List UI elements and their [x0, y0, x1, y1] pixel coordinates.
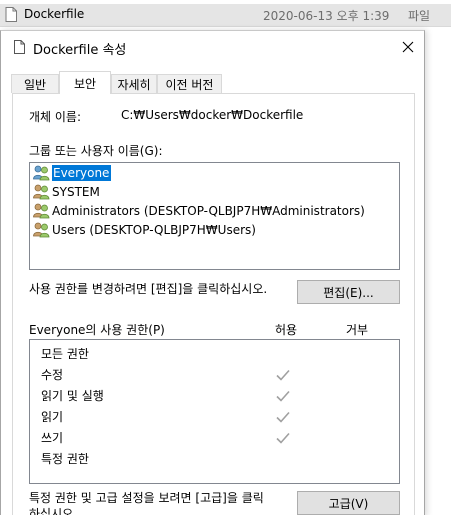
- explorer-file-date: 2020-06-13 오후 1:39: [263, 9, 390, 23]
- group-item-label: Users (DESKTOP-QLBJP7H₩Users): [52, 223, 256, 237]
- tab-details[interactable]: 자세히: [111, 74, 157, 93]
- object-name-value[interactable]: C:₩Users₩docker₩Dockerfile: [121, 108, 303, 122]
- deny-column-header: 거부: [346, 323, 369, 337]
- users-icon: [33, 184, 50, 200]
- tab-details-label: 자세히: [117, 77, 151, 92]
- group-item-label: SYSTEM: [52, 185, 100, 199]
- explorer-file-row[interactable]: Dockerfile 2020-06-13 오후 1:39 파일: [0, 4, 451, 27]
- group-item-users[interactable]: Users (DESKTOP-QLBJP7H₩Users): [32, 221, 256, 239]
- group-item-label: Everyone: [52, 165, 112, 181]
- group-item-everyone[interactable]: Everyone: [32, 164, 112, 182]
- permissions-label: Everyone의 사용 권한(P): [29, 323, 165, 337]
- close-icon: [402, 41, 414, 53]
- tab-general[interactable]: 일반: [11, 74, 59, 93]
- close-button[interactable]: [395, 35, 421, 59]
- explorer-file-name: Dockerfile: [24, 7, 85, 21]
- screenshot-root: Dockerfile 2020-06-13 오후 1:39 파일 Dockerf…: [0, 0, 451, 515]
- tab-security-label: 보안: [73, 76, 97, 91]
- group-item-label: Administrators (DESKTOP-QLBJP7H₩Administ…: [52, 204, 365, 218]
- advanced-button[interactable]: 고급(V): [297, 491, 400, 515]
- explorer-file-type: 파일: [408, 9, 431, 23]
- permission-row-write: 쓰기: [41, 428, 63, 446]
- permission-row-full-control: 모든 권한: [41, 344, 89, 362]
- permission-name: 모든 권한: [41, 346, 89, 361]
- allow-check-write-icon: [276, 432, 290, 444]
- object-name-label: 개체 이름:: [29, 110, 82, 124]
- edit-hint-text: 사용 권한를 변경하려면 [편집]을 클릭하십시오.: [29, 282, 268, 296]
- tab-security[interactable]: 보안: [59, 71, 111, 94]
- tab-previous-versions-label: 이전 버전: [165, 77, 214, 92]
- permission-row-special: 특정 권한: [41, 449, 89, 467]
- properties-dialog: Dockerfile 속성 일반 보안 자세히 이전 버전 개체 이름: C:₩…: [0, 30, 425, 515]
- allow-check-read-icon: [276, 411, 290, 423]
- users-icon: [33, 165, 50, 181]
- tab-previous-versions[interactable]: 이전 버전: [157, 74, 222, 93]
- group-item-system[interactable]: SYSTEM: [32, 183, 100, 201]
- edit-button[interactable]: 편집(E)...: [297, 280, 400, 304]
- file-icon: [5, 7, 17, 22]
- dialog-title: Dockerfile 속성: [33, 43, 127, 58]
- permission-name: 쓰기: [41, 430, 64, 445]
- advanced-hint-line-2: 하십시오.: [29, 507, 77, 515]
- edit-button-label: 편집(E)...: [323, 285, 374, 300]
- groups-label: 그룹 또는 사용자 이름(G):: [29, 144, 163, 158]
- advanced-button-label: 고급(V): [328, 496, 369, 511]
- group-user-list[interactable]: Everyone SYSTEM Administrators (DESKTOP-…: [29, 162, 400, 270]
- permission-row-modify: 수정: [41, 365, 63, 383]
- permission-name: 수정: [41, 367, 64, 382]
- group-item-administrators[interactable]: Administrators (DESKTOP-QLBJP7H₩Administ…: [32, 202, 365, 220]
- permission-row-read: 읽기: [41, 407, 63, 425]
- users-icon: [33, 203, 50, 219]
- document-icon: [14, 40, 25, 54]
- permission-row-read-execute: 읽기 및 실행: [41, 386, 104, 404]
- allow-column-header: 허용: [275, 323, 298, 337]
- allow-check-modify-icon: [276, 369, 290, 381]
- tab-general-label: 일반: [23, 77, 47, 92]
- advanced-hint-line-1: 특정 권한 및 고급 설정을 보려면 [고급]을 클릭: [29, 491, 264, 505]
- dialog-titlebar[interactable]: Dockerfile 속성: [1, 31, 424, 63]
- users-icon: [33, 222, 50, 238]
- permissions-table[interactable]: 모든 권한 수정 읽기 및 실행 읽기 쓰기 특정 권한: [29, 339, 400, 484]
- permission-name: 읽기 및 실행: [41, 388, 104, 403]
- permission-name: 특정 권한: [41, 451, 89, 466]
- permission-name: 읽기: [41, 409, 64, 424]
- allow-check-read-execute-icon: [276, 390, 290, 402]
